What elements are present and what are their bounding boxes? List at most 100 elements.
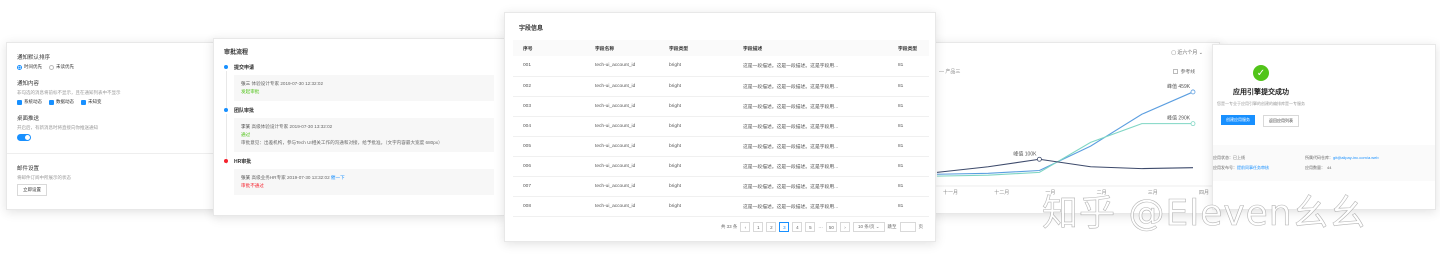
table-cell: 这是一段描述。这是一段描述。这是字段用... <box>733 176 888 197</box>
pagination: 共 33 条 ‹ 1 2 3 4 5 ··· 50 › 10 条/页 ⌄ 跳至 … <box>721 222 923 232</box>
notify-content-options: 系统动态 数据动态 未知变 <box>17 99 219 105</box>
urge-link[interactable]: 催一下 <box>331 175 345 180</box>
desktop-push-toggle[interactable] <box>17 134 31 141</box>
total-count: 共 33 条 <box>720 224 738 229</box>
checkbox-data[interactable]: 数据动态 <box>49 99 74 105</box>
step-detail: 李某 高级体验设计专家 2019-07-30 13:32:02 通过 审批意见：… <box>234 118 494 152</box>
table-cell: 001 <box>513 56 585 77</box>
page-button[interactable]: 4 <box>792 222 803 232</box>
page-ellipsis: ··· <box>818 224 823 230</box>
radio-time-first[interactable]: 时间优先 <box>17 64 42 70</box>
approval-comment: 审批意见：出差机构，参与Tech UI相关工作的沟通和对接，给予批准。（文字内容… <box>241 140 443 145</box>
status-label: 应用状态： <box>1213 155 1233 160</box>
step-dot-icon <box>224 108 228 112</box>
divider <box>7 153 219 154</box>
table-cell: 81 <box>888 136 929 157</box>
checkbox-unchecked-icon <box>1172 69 1178 74</box>
approval-time: 2019-07-30 13:32:02 <box>289 124 333 129</box>
table-row: 003 tech-ui_account_id bright 这是一段描述。这是一段描述… <box>513 96 929 117</box>
approval-status: 审批不通过 <box>241 183 264 188</box>
email-settings-desc: 将邮件订阅中所展示的状态 <box>17 175 71 180</box>
column-header: 序号 <box>513 40 585 56</box>
page-unit-label: 页 <box>918 224 924 229</box>
jump-page-input[interactable] <box>899 222 916 232</box>
field-info-title: 字段信息 <box>519 26 544 32</box>
approval-panel: 审批流程 提交申请 张三 体验设计专家 2019-07-30 12:32:02 … <box>213 38 505 216</box>
step-connector <box>225 71 227 109</box>
approver-role: 高级体验设计专家 <box>251 124 289 129</box>
settings-panel: 通知默认排序 时间优先 未读优先 通知内容 非勾选的消息将前标不显示，且在通知列… <box>6 42 220 210</box>
table-cell: 81 <box>888 96 929 117</box>
deploy-link[interactable]: 提前同事任务审核 <box>1237 165 1269 171</box>
page-button[interactable]: 5 <box>805 222 816 232</box>
table-header-row: 序号 字段名称 字段类型 字段描述 字段类型 <box>513 40 929 56</box>
table-cell: bright <box>659 96 733 117</box>
page-button[interactable]: 50 <box>825 222 837 232</box>
approver-name: 李某 <box>241 124 251 129</box>
approver-name: 张三 <box>241 81 251 86</box>
table-cell: bright <box>659 136 733 157</box>
x-tick-label: 十一月 <box>943 189 958 196</box>
peak-point <box>1037 156 1042 162</box>
step-name: 提交申请 <box>234 65 255 71</box>
approver-role: 高级业务HR专家 <box>251 175 286 180</box>
table-cell: bright <box>659 176 733 197</box>
repo-link[interactable]: git@alipay-inc.com/a.web <box>1333 155 1379 160</box>
peak-label: 峰值 100K <box>1013 150 1037 157</box>
page-size-select[interactable]: 10 条/页 ⌄ <box>852 222 885 232</box>
notify-content-desc: 非勾选的消息将前标不显示，且在通知列表中不显示 <box>17 90 121 95</box>
checkbox-system[interactable]: 系统动态 <box>17 99 42 105</box>
jump-label: 跳至 <box>887 224 897 229</box>
table-cell: 008 <box>513 196 585 217</box>
prev-page-button[interactable]: ‹ <box>740 222 751 232</box>
approval-title: 审批流程 <box>224 50 249 56</box>
count-label: 应用数量： <box>1305 165 1325 170</box>
checkbox-unknown[interactable]: 未知变 <box>81 99 102 105</box>
page-button[interactable]: 2 <box>766 222 777 232</box>
table-cell: 这是一段描述。这是一段描述。这是字段用... <box>733 156 888 177</box>
table-cell: bright <box>659 76 733 97</box>
table-row: 002 tech-ui_account_id bright 这是一段描述。这是一段描述… <box>513 76 929 97</box>
page-button-active[interactable]: 3 <box>779 222 790 232</box>
table-cell: 81 <box>888 156 929 177</box>
table-cell: bright <box>659 116 733 137</box>
notify-sort-label: 通知默认排序 <box>17 55 51 61</box>
success-check-icon: ✓ <box>1253 65 1269 81</box>
step-name: 团队审批 <box>234 108 255 114</box>
next-page-button[interactable]: › <box>839 222 850 232</box>
table-row: 006 tech-ui_account_id bright 这是一段描述。这是一段描述… <box>513 156 929 177</box>
back-to-list-button[interactable]: 返回应用列表 <box>1263 115 1299 127</box>
approver-role: 体验设计专家 <box>251 81 280 86</box>
x-tick-label: 十二月 <box>994 189 1009 196</box>
column-header: 字段类型 <box>659 40 733 56</box>
column-header: 字段描述 <box>733 40 888 56</box>
peak-label: 峰值 290K <box>1167 115 1191 122</box>
table-cell: tech-ui_account_id <box>585 76 659 97</box>
table-cell: 81 <box>888 56 929 77</box>
status-value: 已上线 <box>1233 155 1245 160</box>
table-cell: 这是一段描述。这是一段描述。这是字段用... <box>733 196 888 217</box>
peak-point <box>1190 121 1196 127</box>
chevron-down-icon: ⌄ <box>1198 50 1203 56</box>
page-button[interactable]: 1 <box>753 222 764 232</box>
date-range-select[interactable]: ▢ 近六个月 ⌄ <box>1171 49 1203 56</box>
table-row: 007 tech-ui_account_id bright 这是一段描述。这是一段描述… <box>513 176 929 197</box>
watermark: 知乎 @Eleven幺幺 <box>1042 193 1367 235</box>
desktop-push-desc: 开启后，有新消息时将直接向你推送通知 <box>17 125 98 130</box>
approval-status: 通过 <box>241 132 251 137</box>
table-cell: tech-ui_account_id <box>585 176 659 197</box>
create-service-button[interactable]: 创建应用服务 <box>1221 115 1255 125</box>
table-cell: 81 <box>888 176 929 197</box>
chevron-down-icon: ⌄ <box>875 224 880 229</box>
radio-unread-first[interactable]: 未读优先 <box>49 64 74 70</box>
reference-line-toggle[interactable]: 参考线 <box>1172 68 1195 75</box>
email-setup-button[interactable]: 立即设置 <box>17 184 47 196</box>
repo-label: 所属代码仓库： <box>1305 155 1333 160</box>
table-cell: 003 <box>513 96 585 117</box>
table-cell: tech-ui_account_id <box>585 96 659 117</box>
table-cell: 006 <box>513 156 585 177</box>
table-cell: 这是一段描述。这是一段描述。这是字段用... <box>733 116 888 137</box>
deploy-label: 应用发布号： <box>1213 165 1237 170</box>
step-connector <box>225 114 227 164</box>
table-row: 005 tech-ui_account_id bright 这是一段描述。这是一段描述… <box>513 136 929 157</box>
